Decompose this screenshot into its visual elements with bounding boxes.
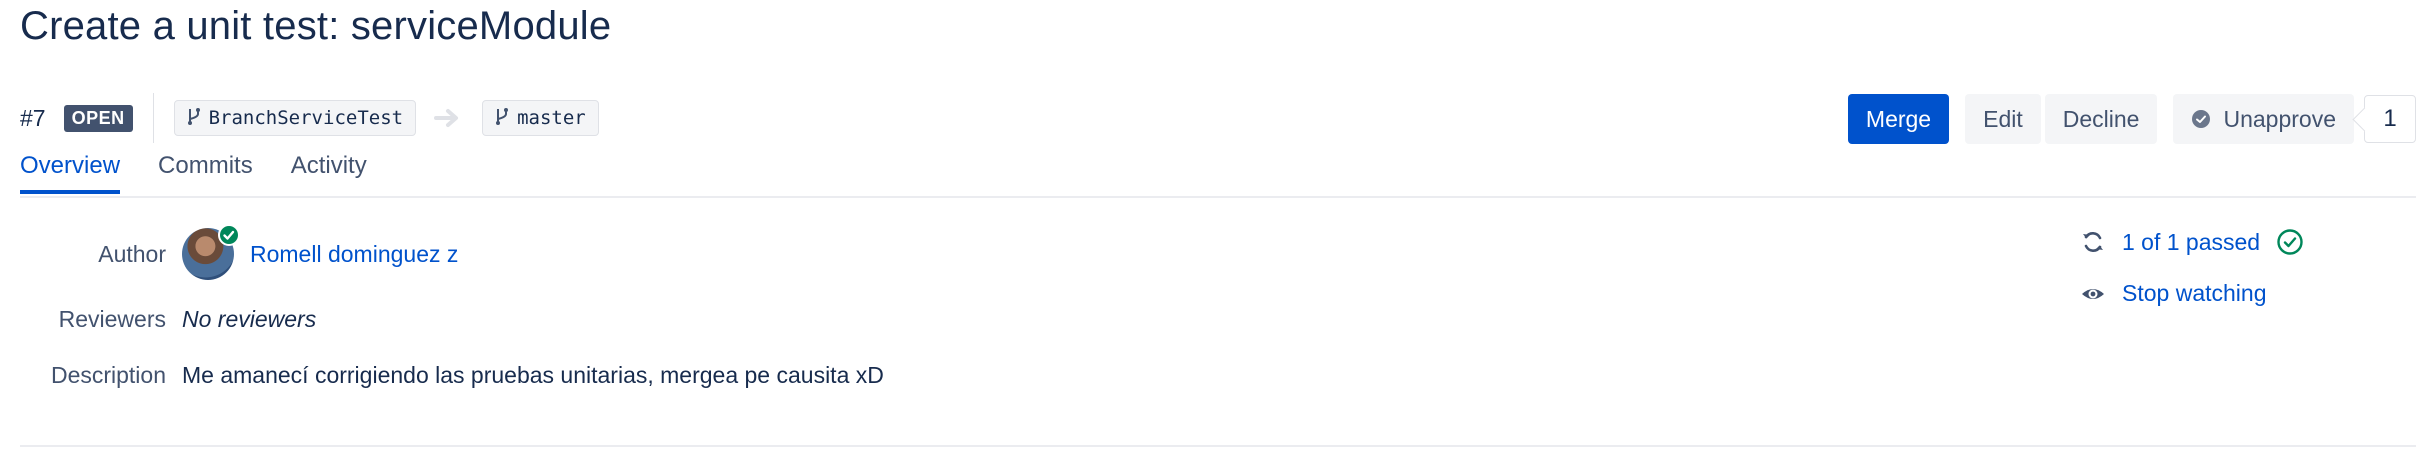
tab-commits[interactable]: Commits (158, 152, 253, 194)
source-branch-chip[interactable]: BranchServiceTest (173, 100, 417, 136)
section-divider (20, 445, 2416, 447)
pr-tabs: Overview Commits Activity (20, 152, 367, 194)
pull-request-page: Create a unit test: serviceModule #7 OPE… (0, 0, 2436, 460)
pr-number: #7 (20, 104, 46, 131)
description-value: Me amanecí corrigiendo las pruebas unita… (182, 362, 884, 388)
branch-icon (495, 107, 509, 130)
edit-button[interactable]: Edit (1965, 94, 2041, 144)
approved-check-icon (218, 224, 240, 246)
reviewers-value: No reviewers (182, 306, 317, 332)
sync-icon (2080, 229, 2106, 255)
tab-overview[interactable]: Overview (20, 152, 121, 194)
source-branch-name: BranchServiceTest (208, 107, 404, 129)
arrow-right-icon (434, 106, 464, 130)
author-row: Author Romell dominguez z (0, 224, 458, 280)
watch-toggle[interactable]: Stop watching (2080, 280, 2266, 307)
edit-decline-group: Edit Decline (1965, 94, 2158, 144)
status-badge: OPEN (63, 104, 133, 132)
builds-status[interactable]: 1 of 1 passed (2080, 228, 2304, 256)
author-label: Author (98, 240, 166, 267)
tab-activity[interactable]: Activity (291, 152, 367, 194)
reviewers-label: Reviewers (58, 306, 166, 332)
builds-status-label: 1 of 1 passed (2122, 228, 2261, 255)
reviewers-row: Reviewers No reviewers (0, 306, 317, 333)
tabs-divider (20, 196, 2416, 198)
decline-button[interactable]: Decline (2044, 94, 2158, 144)
description-row: Description Me amanecí corrigiendo las p… (0, 362, 884, 389)
eye-icon (2080, 281, 2106, 307)
pr-actions: Merge Edit Decline Unapprove 1 (1847, 93, 2416, 145)
unapprove-button[interactable]: Unapprove (2173, 94, 2354, 144)
watch-label: Stop watching (2122, 280, 2267, 306)
merge-button[interactable]: Merge (1847, 94, 1950, 144)
page-title: Create a unit test: serviceModule (20, 4, 612, 48)
meta-divider (152, 93, 154, 143)
passed-check-icon (2276, 228, 2304, 256)
branch-icon (187, 107, 201, 130)
unapprove-label: Unapprove (2223, 105, 2336, 132)
check-circle-icon (2191, 109, 2211, 129)
approval-count[interactable]: 1 (2364, 95, 2416, 143)
target-branch-name: master (517, 107, 586, 129)
author-avatar-wrap[interactable] (182, 224, 240, 280)
pr-meta-row: #7 OPEN BranchServiceTest master (20, 93, 599, 143)
author-name-link[interactable]: Romell dominguez z (250, 241, 458, 268)
description-label: Description (50, 362, 166, 388)
target-branch-chip[interactable]: master (482, 100, 599, 136)
